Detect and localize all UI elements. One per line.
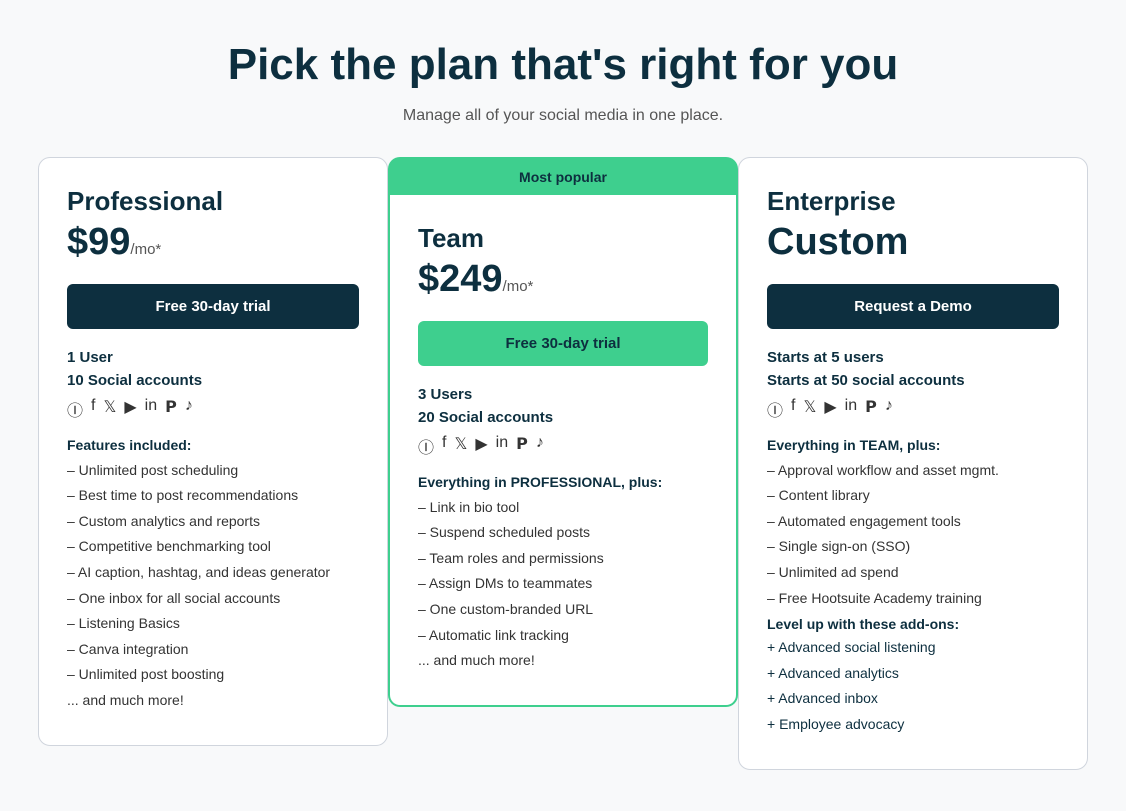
social-icons-enterprise: Ⓘ f 𝕏 ▶ in 𝗣 ♪ — [767, 397, 1059, 421]
feature-enterprise-2: – Automated engagement tools — [767, 512, 1059, 532]
feature-professional-5: – One inbox for all social accounts — [67, 589, 359, 609]
plan-card-professional: Professional $99/mo* Free 30-day trial 1… — [38, 157, 388, 746]
plan-name-enterprise: Enterprise — [767, 186, 1059, 217]
linkedin-icon-team: in — [496, 434, 508, 458]
most-popular-badge: Most popular — [388, 157, 738, 195]
feature-team-4: – One custom-branded URL — [418, 600, 708, 620]
twitter-icon-ent: 𝕏 — [803, 397, 816, 421]
addon-enterprise-0: + Advanced social listening — [767, 638, 1059, 658]
feature-enterprise-3: – Single sign-on (SSO) — [767, 537, 1059, 557]
tiktok-icon-ent: ♪ — [885, 397, 893, 421]
feature-professional-8: – Unlimited post boosting — [67, 665, 359, 685]
feature-enterprise-4: – Unlimited ad spend — [767, 563, 1059, 583]
plan-featured-wrapper: Most popular Team $249/mo* Free 30-day t… — [388, 157, 738, 707]
plan-name-team: Team — [418, 223, 708, 254]
feature-professional-more: ... and much more! — [67, 691, 359, 711]
plan-card-team: Team $249/mo* Free 30-day trial 3 Users … — [388, 195, 738, 707]
feature-professional-1: – Best time to post recommendations — [67, 486, 359, 506]
plan-period-professional: /mo* — [130, 241, 161, 258]
linkedin-icon: in — [145, 397, 157, 421]
pinterest-icon: 𝗣 — [165, 397, 177, 421]
plan-users-professional: 1 User — [67, 349, 359, 366]
feature-professional-0: – Unlimited post scheduling — [67, 461, 359, 481]
feature-professional-3: – Competitive benchmarking tool — [67, 537, 359, 557]
plan-amount-professional: $99 — [67, 221, 130, 263]
facebook-icon-ent: f — [791, 397, 795, 421]
cta-button-team[interactable]: Free 30-day trial — [418, 321, 708, 366]
feature-team-0: – Link in bio tool — [418, 498, 708, 518]
plan-price-professional: $99/mo* — [67, 221, 359, 264]
feature-professional-4: – AI caption, hashtag, and ideas generat… — [67, 563, 359, 583]
social-icons-professional: Ⓘ f 𝕏 ▶ in 𝗣 ♪ — [67, 397, 359, 421]
features-label-team: Everything in PROFESSIONAL, plus: — [418, 474, 708, 490]
plan-accounts-professional: 10 Social accounts — [67, 372, 359, 389]
feature-enterprise-0: – Approval workflow and asset mgmt. — [767, 461, 1059, 481]
plan-price-team: $249/mo* — [418, 258, 708, 301]
cta-button-enterprise[interactable]: Request a Demo — [767, 284, 1059, 329]
social-icons-team: Ⓘ f 𝕏 ▶ in 𝗣 ♪ — [418, 434, 708, 458]
pinterest-icon-ent: 𝗣 — [865, 397, 877, 421]
plan-period-team: /mo* — [503, 278, 534, 295]
plan-amount-enterprise: Custom — [767, 221, 908, 263]
instagram-icon-team: Ⓘ — [418, 434, 434, 458]
plan-users-team: 3 Users — [418, 386, 708, 403]
feature-team-3: – Assign DMs to teammates — [418, 574, 708, 594]
features-label-enterprise: Everything in TEAM, plus: — [767, 437, 1059, 453]
plan-name-professional: Professional — [67, 186, 359, 217]
addon-enterprise-2: + Advanced inbox — [767, 689, 1059, 709]
feature-professional-2: – Custom analytics and reports — [67, 512, 359, 532]
instagram-icon-ent: Ⓘ — [767, 397, 783, 421]
plan-accounts-enterprise: Starts at 50 social accounts — [767, 372, 1059, 389]
feature-team-5: – Automatic link tracking — [418, 626, 708, 646]
linkedin-icon-ent: in — [845, 397, 857, 421]
addon-enterprise-1: + Advanced analytics — [767, 664, 1059, 684]
twitter-icon-team: 𝕏 — [454, 434, 467, 458]
feature-team-1: – Suspend scheduled posts — [418, 523, 708, 543]
plan-card-enterprise: Enterprise Custom Request a Demo Starts … — [738, 157, 1088, 770]
facebook-icon-team: f — [442, 434, 446, 458]
facebook-icon: f — [91, 397, 95, 421]
addons-label-enterprise: Level up with these add-ons: — [767, 616, 1059, 632]
addon-enterprise-3: + Employee advocacy — [767, 715, 1059, 735]
tiktok-icon-team: ♪ — [536, 434, 544, 458]
plan-users-enterprise: Starts at 5 users — [767, 349, 1059, 366]
twitter-icon: 𝕏 — [103, 397, 116, 421]
feature-professional-6: – Listening Basics — [67, 614, 359, 634]
feature-professional-7: – Canva integration — [67, 640, 359, 660]
feature-enterprise-1: – Content library — [767, 486, 1059, 506]
plan-amount-team: $249 — [418, 258, 503, 300]
plan-accounts-team: 20 Social accounts — [418, 409, 708, 426]
tiktok-icon: ♪ — [185, 397, 193, 421]
feature-team-more: ... and much more! — [418, 651, 708, 671]
features-label-professional: Features included: — [67, 437, 359, 453]
youtube-icon: ▶ — [124, 397, 136, 421]
plans-container: Professional $99/mo* Free 30-day trial 1… — [23, 157, 1103, 770]
feature-enterprise-5: – Free Hootsuite Academy training — [767, 589, 1059, 609]
page-title: Pick the plan that's right for you — [228, 40, 899, 91]
youtube-icon-team: ▶ — [475, 434, 487, 458]
youtube-icon-ent: ▶ — [824, 397, 836, 421]
page-subtitle: Manage all of your social media in one p… — [403, 107, 723, 125]
feature-team-2: – Team roles and permissions — [418, 549, 708, 569]
instagram-icon: Ⓘ — [67, 397, 83, 421]
pinterest-icon-team: 𝗣 — [516, 434, 528, 458]
cta-button-professional[interactable]: Free 30-day trial — [67, 284, 359, 329]
plan-price-enterprise: Custom — [767, 221, 1059, 264]
